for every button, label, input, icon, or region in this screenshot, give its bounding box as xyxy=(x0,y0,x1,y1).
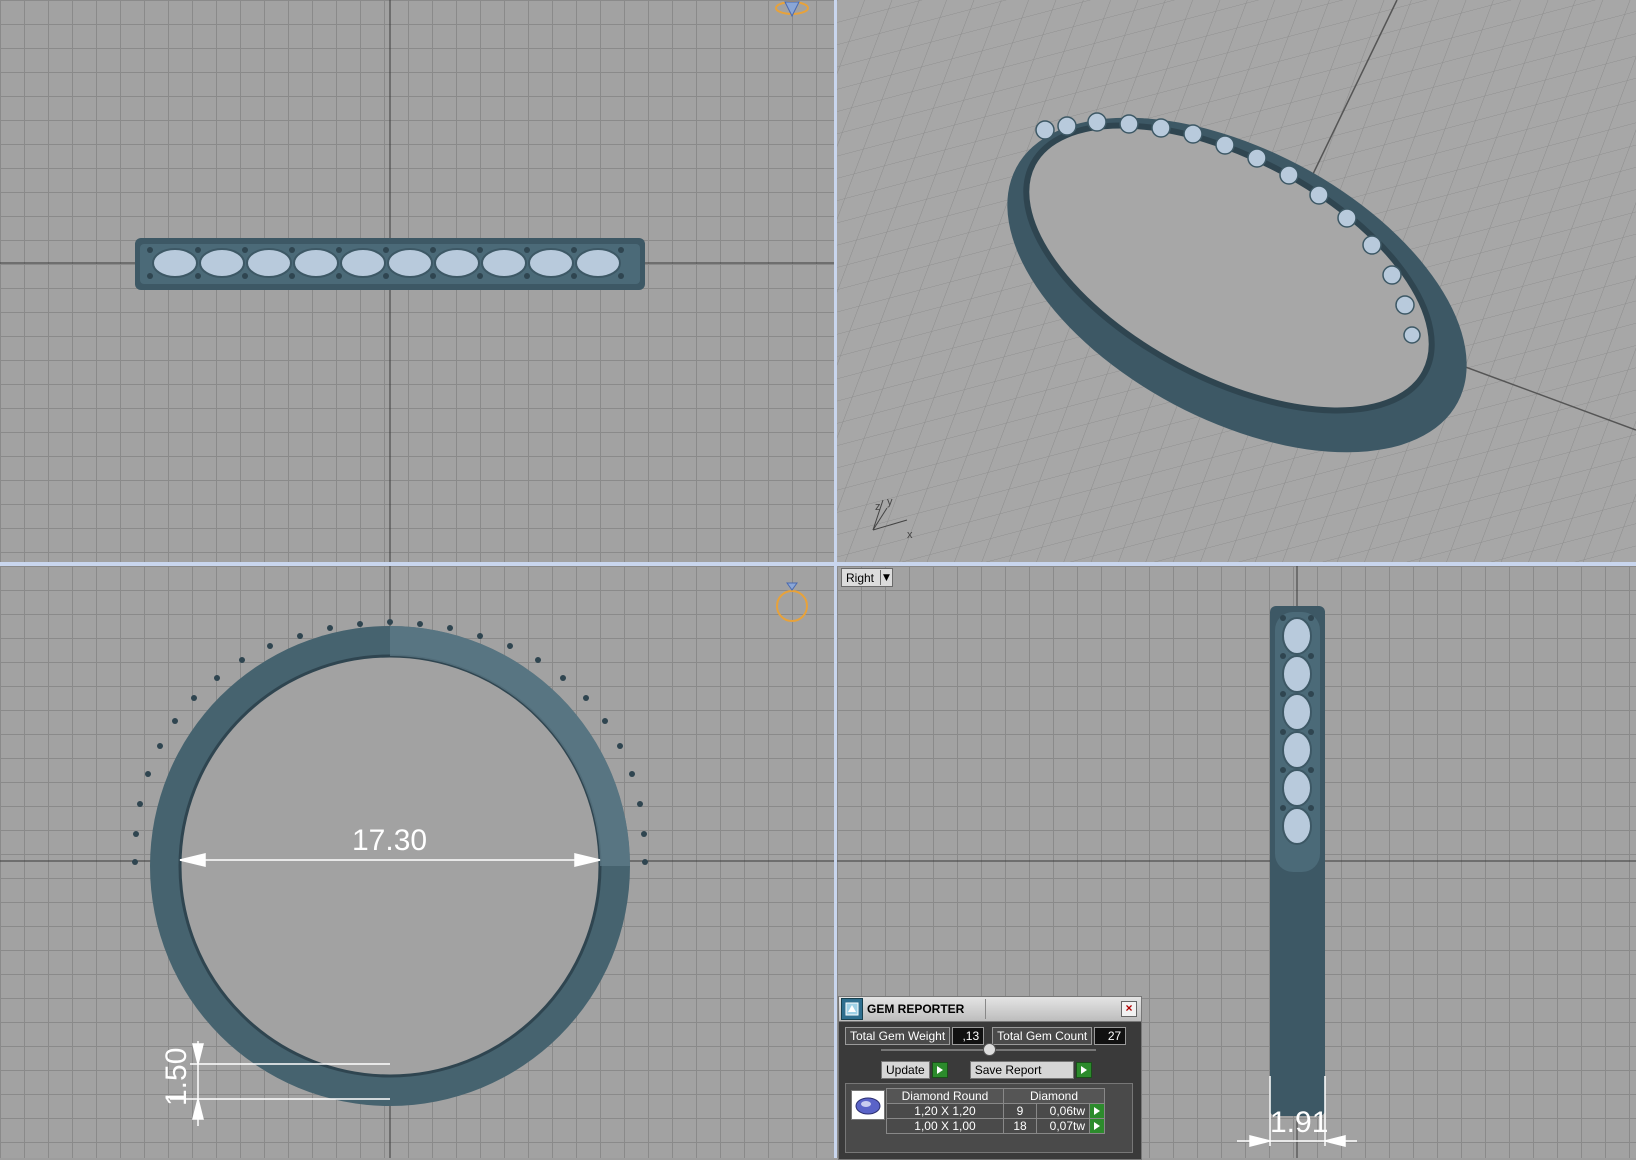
gem-reporter-app-icon xyxy=(841,998,863,1020)
view-selector-dropdown[interactable]: Right ▼ xyxy=(841,568,894,587)
perspective-canvas: x y z xyxy=(837,0,1636,562)
chevron-down-icon[interactable]: ▼ xyxy=(880,570,892,585)
dimension-band-width-label: 1.91 xyxy=(1270,1106,1329,1139)
gem-weight: 0,07tw xyxy=(1036,1118,1090,1134)
viewport-divider-vertical[interactable] xyxy=(834,0,837,1158)
titlebar-separator xyxy=(985,999,986,1019)
update-button-label: Update xyxy=(881,1061,930,1079)
gem-count: 18 xyxy=(1003,1118,1037,1134)
viewport-front[interactable]: 17.30 1.50 xyxy=(0,566,834,1158)
ring-front-model xyxy=(132,619,648,1106)
axis-y-label: y xyxy=(887,496,893,508)
dimension-band-thickness-label: 1.50 xyxy=(160,1047,193,1106)
ring-view-icon-front[interactable] xyxy=(776,582,808,622)
table-row[interactable]: 1,00 X 1,00 18 0,07tw xyxy=(886,1118,1105,1134)
total-gem-count-value: 27 xyxy=(1094,1027,1127,1045)
save-report-button[interactable]: Save Report xyxy=(969,1061,1092,1079)
viewport-perspective[interactable]: x y z xyxy=(837,0,1636,562)
total-gem-count-label: Total Gem Count xyxy=(992,1027,1093,1045)
gem-reporter-title: GEM REPORTER xyxy=(867,1002,965,1016)
gem-totals-row: Total Gem Weight ,13 Total Gem Count 27 xyxy=(845,1027,1127,1045)
gem-weight: 0,06tw xyxy=(1036,1103,1090,1119)
gem-size: 1,20 X 1,20 xyxy=(886,1103,1004,1119)
play-icon[interactable] xyxy=(1075,1062,1092,1078)
dimension-inner-diameter-label: 17.30 xyxy=(352,824,428,857)
table-row[interactable]: 1,20 X 1,20 9 0,06tw xyxy=(886,1103,1105,1119)
total-gem-weight-label: Total Gem Weight xyxy=(845,1027,951,1045)
view-selector-label: Right xyxy=(846,570,875,585)
gem-reporter-slider[interactable] xyxy=(881,1043,1096,1056)
gem-table-header: Diamond Round Diamond xyxy=(886,1088,1105,1104)
save-report-button-label: Save Report xyxy=(969,1061,1074,1079)
front-view-canvas xyxy=(0,566,834,1158)
gem-material-header: Diamond xyxy=(1003,1088,1105,1104)
ring-side-model xyxy=(1270,606,1325,1116)
viewport-top[interactable] xyxy=(0,0,834,562)
round-diamond-icon[interactable] xyxy=(851,1090,885,1120)
slider-knob[interactable] xyxy=(983,1043,996,1056)
axis-z-label: z xyxy=(875,501,881,513)
play-icon[interactable] xyxy=(1089,1103,1105,1119)
gem-reporter-titlebar[interactable]: GEM REPORTER × xyxy=(839,997,1141,1022)
axis-x-label: x xyxy=(907,529,913,541)
gem-size: 1,00 X 1,00 xyxy=(886,1118,1004,1134)
close-icon[interactable]: × xyxy=(1121,1001,1137,1017)
gem-reporter-panel: GEM REPORTER × Total Gem Weight ,13 Tota… xyxy=(838,996,1142,1160)
play-icon[interactable] xyxy=(931,1062,948,1078)
total-gem-weight-value: ,13 xyxy=(952,1027,985,1045)
gem-count: 9 xyxy=(1003,1103,1037,1119)
viewport-divider-horizontal[interactable] xyxy=(0,562,1636,566)
gem-reporter-actions: Update Save Report xyxy=(881,1061,1092,1079)
play-icon[interactable] xyxy=(1089,1118,1105,1134)
gem-list: Diamond Round Diamond 1,20 X 1,20 9 0,06… xyxy=(845,1083,1133,1153)
top-view-canvas xyxy=(0,0,834,562)
update-button[interactable]: Update xyxy=(881,1061,948,1079)
gem-shape-header: Diamond Round xyxy=(886,1088,1004,1104)
gem-table: Diamond Round Diamond 1,20 X 1,20 9 0,06… xyxy=(886,1088,1105,1134)
ring-top-model xyxy=(135,238,645,290)
ring-view-icon[interactable] xyxy=(775,1,809,18)
